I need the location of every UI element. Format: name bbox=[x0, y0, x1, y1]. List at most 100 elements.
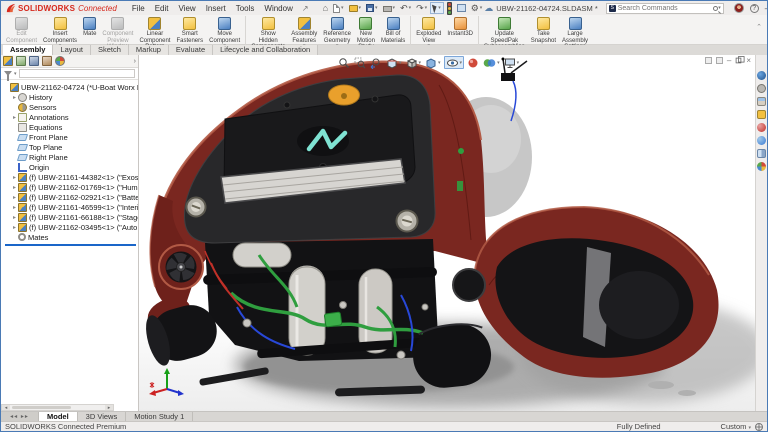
ribbon-button[interactable]: Assembly Features bbox=[288, 16, 320, 45]
ribbon-tab[interactable]: Layout bbox=[53, 45, 91, 55]
ribbon-button[interactable]: Large Assembly Settings bbox=[559, 16, 591, 45]
section-view-icon[interactable]: ▾ bbox=[385, 56, 403, 69]
tree-item[interactable]: (f) UBW-21162-01769<1> ("Human I bbox=[3, 182, 138, 192]
tree-item[interactable]: (f) UBW-21161-44382<1> ("Exostruc bbox=[3, 172, 138, 182]
menu-item[interactable]: Tools bbox=[231, 4, 260, 13]
view-orientation-icon[interactable]: ▾ bbox=[405, 56, 423, 69]
zoom-to-area-icon[interactable] bbox=[353, 56, 367, 69]
propertymanager-tab-icon[interactable] bbox=[16, 56, 26, 66]
rollback-bar[interactable] bbox=[5, 244, 136, 246]
expand-arrow-icon[interactable] bbox=[11, 184, 18, 191]
ribbon-tab[interactable]: Evaluate bbox=[169, 45, 213, 55]
tree-item[interactable]: History bbox=[3, 92, 138, 102]
tree-item[interactable]: (f) UBW-21161-66188<1> ("Stage E bbox=[3, 212, 138, 222]
tree-filter-input[interactable] bbox=[19, 69, 135, 78]
ribbon-tab[interactable]: Assembly bbox=[3, 45, 53, 55]
tab-scroll-buttons[interactable]: ◂◂ ▸▸ bbox=[1, 412, 39, 421]
filter-caret-icon[interactable]: ▾ bbox=[14, 71, 17, 77]
view-palette-icon[interactable] bbox=[757, 149, 766, 158]
tree-item[interactable]: (f) UBW-21162-03495<1> ("Auto Co bbox=[3, 222, 138, 232]
tree-item[interactable]: Top Plane bbox=[3, 142, 138, 152]
select-tool-button[interactable]: ▾ bbox=[430, 2, 444, 14]
tree-item[interactable]: Front Plane bbox=[3, 132, 138, 142]
open-button[interactable]: ▾ bbox=[347, 2, 364, 14]
pin-menu-icon[interactable]: ↗ bbox=[302, 4, 309, 13]
document-tab[interactable]: Motion Study 1 bbox=[126, 412, 193, 421]
ribbon-button[interactable]: Reference Geometry bbox=[320, 16, 354, 45]
ribbon-tab[interactable]: Lifecycle and Collaboration bbox=[213, 45, 318, 55]
search-commands-box[interactable]: S ▾ bbox=[606, 3, 724, 14]
graphics-viewport[interactable]: ▾ ▾ ▾ ▾ ▾ ▾ – × bbox=[139, 55, 755, 411]
ribbon-button[interactable]: Insert Components bbox=[40, 16, 80, 45]
ribbon-button[interactable]: Take Snapshot bbox=[528, 16, 559, 45]
file-explorer-icon[interactable] bbox=[757, 110, 766, 119]
expand-arrow-icon[interactable] bbox=[11, 224, 18, 231]
doc-tile-icon[interactable] bbox=[716, 57, 723, 64]
ribbon-tab[interactable]: Sketch bbox=[91, 45, 129, 55]
tree-item[interactable]: Origin bbox=[3, 162, 138, 172]
search-input[interactable] bbox=[616, 5, 713, 12]
manager-tabs-overflow-icon[interactable]: › bbox=[134, 58, 136, 65]
ribbon-button[interactable]: Mate bbox=[80, 16, 99, 45]
undo-button[interactable]: ↶▾ bbox=[398, 2, 413, 14]
document-tab[interactable]: 3D Views bbox=[78, 412, 127, 421]
filter-funnel-icon[interactable] bbox=[4, 71, 12, 76]
new-document-button[interactable]: ▾ bbox=[331, 2, 346, 14]
scenes-icon[interactable] bbox=[757, 136, 766, 145]
tree-root-item[interactable]: UBW-21162-04724 (*U-Boat Worx NEMO bbox=[3, 82, 138, 92]
expand-arrow-icon[interactable] bbox=[11, 114, 18, 121]
ribbon-tab[interactable]: Markup bbox=[129, 45, 169, 55]
hide-show-items-icon[interactable]: ▾ bbox=[444, 56, 465, 69]
scroll-right-icon[interactable]: ▸ bbox=[105, 405, 113, 410]
tree-item[interactable]: (f) UBW-21161-46599<1> ("Interior" bbox=[3, 202, 138, 212]
appearances-icon[interactable] bbox=[757, 123, 766, 132]
ribbon-button[interactable]: Update SpeedPak Subassemblies bbox=[481, 16, 528, 45]
ribbon-button[interactable]: Smart Fasteners bbox=[173, 16, 206, 45]
performance-stoplight-icon[interactable] bbox=[445, 2, 454, 14]
edit-appearance-icon[interactable] bbox=[466, 56, 480, 69]
ribbon-button[interactable]: New Motion Study bbox=[354, 16, 378, 45]
user-avatar[interactable] bbox=[734, 3, 744, 13]
scrollbar-thumb[interactable] bbox=[12, 406, 71, 409]
ribbon-button[interactable]: Move Component bbox=[206, 16, 246, 45]
help-button[interactable]: ? bbox=[750, 4, 759, 13]
search-dropdown-icon[interactable]: ▾ bbox=[718, 5, 721, 11]
zoom-to-fit-icon[interactable] bbox=[337, 56, 351, 69]
expand-arrow-icon[interactable] bbox=[11, 174, 18, 181]
expand-arrow-icon[interactable] bbox=[11, 94, 18, 101]
previous-view-icon[interactable] bbox=[369, 56, 383, 69]
ribbon-button[interactable]: Exploded View bbox=[413, 16, 444, 45]
units-globe-icon[interactable] bbox=[755, 423, 763, 431]
doc-minimize-button[interactable]: – bbox=[727, 56, 731, 65]
document-tab[interactable]: Model bbox=[39, 412, 78, 421]
ribbon-button[interactable]: Component Preview Window bbox=[99, 16, 136, 45]
display-style-icon[interactable]: ▾ bbox=[424, 56, 442, 69]
ribbon-collapse-icon[interactable]: ⌃ bbox=[756, 23, 762, 31]
configurationmanager-tab-icon[interactable] bbox=[29, 56, 39, 66]
tree-item[interactable]: Right Plane bbox=[3, 152, 138, 162]
doc-close-button[interactable]: × bbox=[746, 56, 751, 65]
menu-item[interactable]: Window bbox=[259, 4, 297, 13]
home-button[interactable]: ⌂ bbox=[321, 2, 330, 14]
options-icon[interactable] bbox=[757, 84, 766, 93]
tree-item[interactable]: Equations bbox=[3, 122, 138, 132]
save-button[interactable]: ▾ bbox=[364, 2, 380, 14]
redo-button[interactable]: ↷▾ bbox=[414, 2, 429, 14]
tree-horizontal-scrollbar[interactable]: ◂ ▸ bbox=[1, 404, 114, 411]
doc-restore-button[interactable] bbox=[736, 58, 742, 64]
ribbon-button[interactable]: Linear Component Pattern bbox=[136, 16, 173, 45]
ribbon-button[interactable]: Show Hidden Components bbox=[248, 16, 288, 45]
displaymanager-tab-icon[interactable] bbox=[55, 56, 65, 66]
tree-item[interactable]: Sensors bbox=[3, 102, 138, 112]
configuration-selector[interactable]: Custom ▾ bbox=[721, 422, 751, 431]
print-button[interactable]: ▾ bbox=[381, 2, 398, 14]
featuremanager-tab-icon[interactable] bbox=[3, 56, 13, 66]
ribbon-button[interactable]: Bill of Materials bbox=[378, 16, 411, 45]
expand-arrow-icon[interactable] bbox=[11, 194, 18, 201]
custom-properties-icon[interactable] bbox=[757, 162, 766, 171]
tree-item[interactable]: (f) UBW-21162-02921<1> ("Battery S bbox=[3, 192, 138, 202]
design-library-icon[interactable] bbox=[757, 97, 766, 106]
view-settings-icon[interactable]: ▾ bbox=[503, 56, 521, 69]
menu-item[interactable]: File bbox=[127, 4, 150, 13]
doc-cascade-icon[interactable] bbox=[705, 57, 712, 64]
